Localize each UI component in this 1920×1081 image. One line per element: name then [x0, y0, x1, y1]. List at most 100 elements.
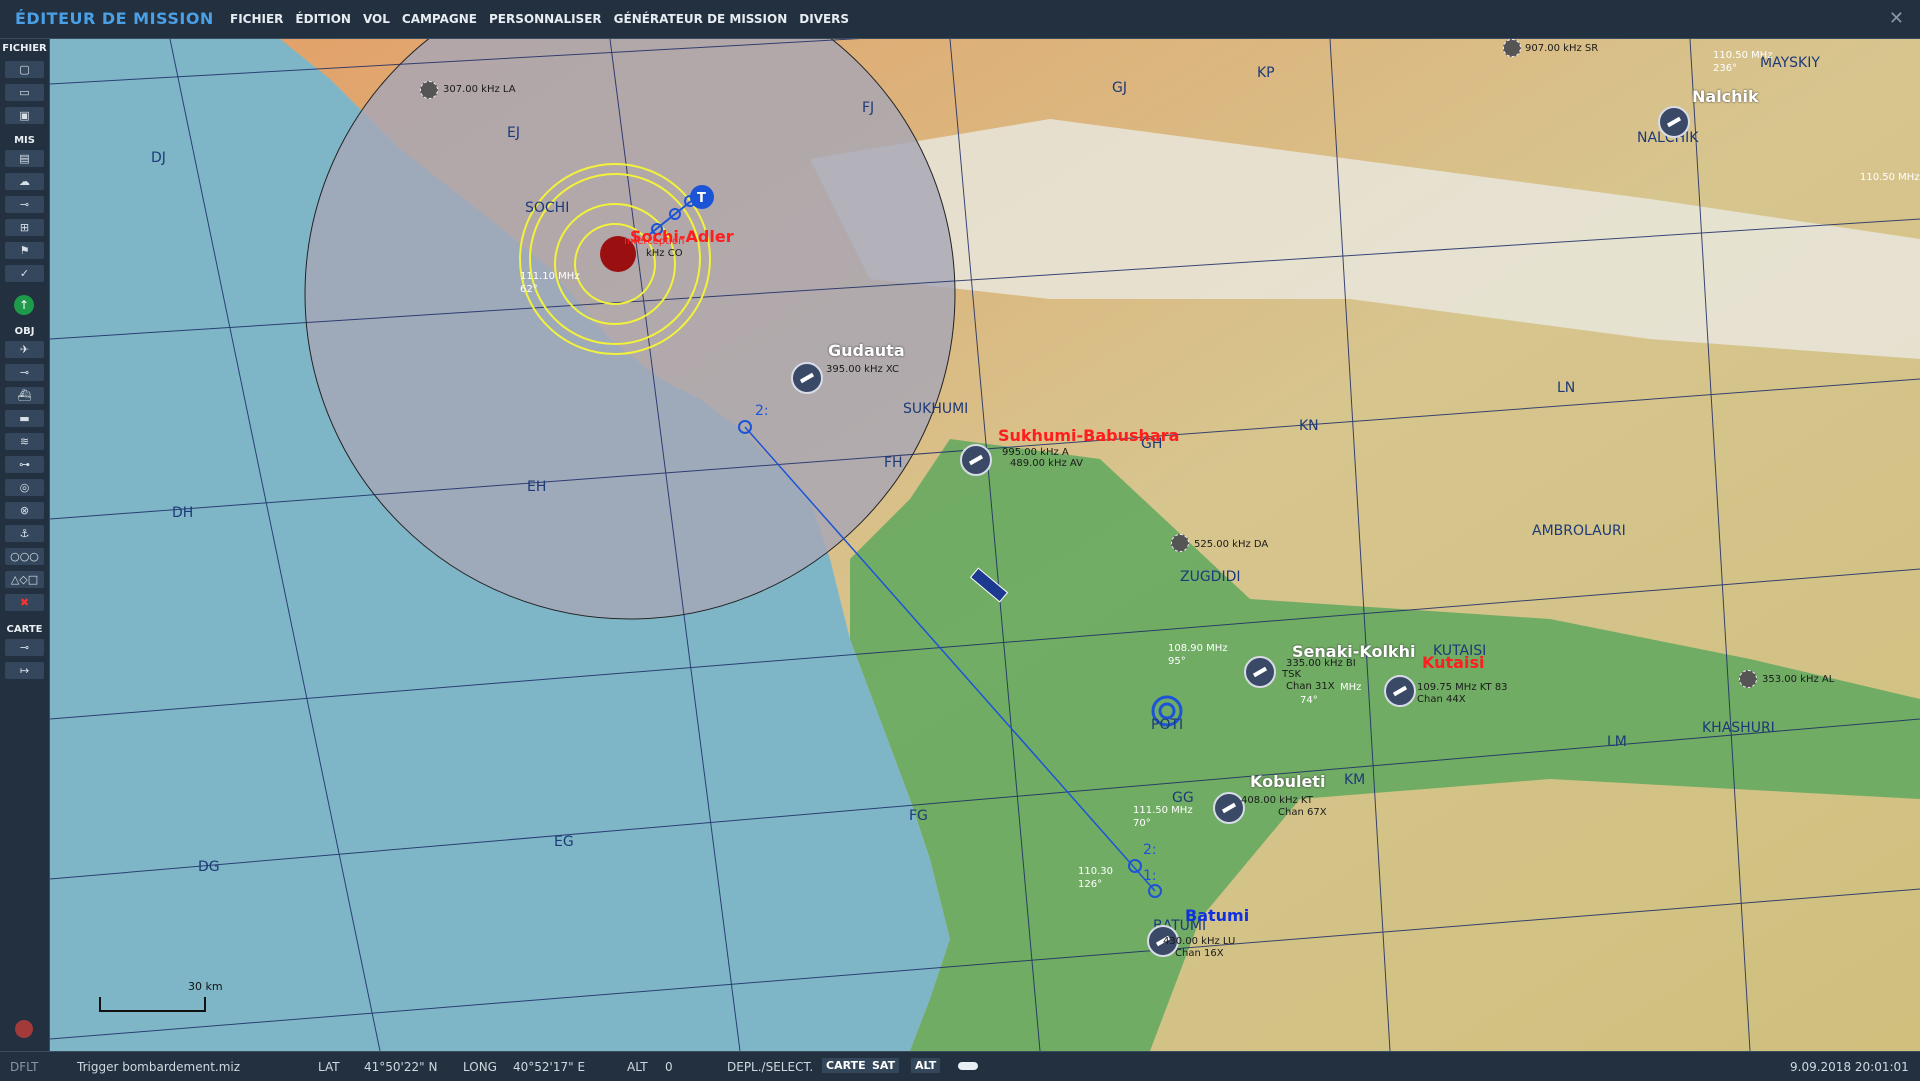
datetime: 9.09.2018 20:01:01 [1790, 1060, 1909, 1074]
freq-senaki-tsk: TSK [1282, 669, 1302, 680]
freq-kobuleti-kt: 408.00 kHz KT [1241, 795, 1313, 806]
waypoint-1-label: 1: [1143, 868, 1157, 884]
freq-sukhumi-2: 489.00 kHz AV [1010, 458, 1083, 469]
freq-kobuleti-mhz: 111.50 MHz [1133, 805, 1193, 816]
aircraft-icon[interactable]: ✈ [5, 341, 44, 358]
grid-eg: EG [554, 834, 574, 850]
grid-dg: DG [198, 859, 220, 875]
airfield-batumi[interactable]: Batumi [1185, 906, 1249, 925]
delete-icon[interactable]: ✖ [5, 594, 44, 611]
waypoint-icon[interactable]: ⊶ [5, 456, 44, 473]
static-icon[interactable]: ≋ [5, 433, 44, 450]
trigger-icon[interactable]: ⊞ [5, 219, 44, 236]
menu-vol[interactable]: VOL [363, 12, 390, 26]
tanker-unit-label: T [697, 191, 706, 206]
ndb-sr-icon [1503, 39, 1521, 57]
airdrome-icon[interactable]: ⚓ [5, 525, 44, 542]
grid-lm: LM [1607, 734, 1627, 750]
freq-kobuleti-deg: 70° [1133, 818, 1151, 829]
toggle-icon[interactable] [958, 1062, 978, 1070]
grid-ln: LN [1557, 380, 1576, 396]
lat-label: LAT [318, 1060, 340, 1074]
menu-generateur[interactable]: GÉNÉRATEUR DE MISSION [614, 12, 788, 26]
menu-edition[interactable]: ÉDITION [295, 12, 351, 26]
airfield-kutaisi[interactable]: Kutaisi [1422, 653, 1484, 672]
menu-divers[interactable]: DIVERS [799, 12, 849, 26]
freq-senaki-deg: 95° [1168, 656, 1186, 667]
zone-icon[interactable]: ⊗ [5, 502, 44, 519]
freq-da: 525.00 kHz DA [1194, 539, 1269, 550]
toolbar-section-mis: MIS [14, 135, 35, 146]
flag-icon[interactable]: ⚑ [5, 242, 44, 259]
open-folder-icon[interactable]: ▭ [5, 84, 44, 101]
freq-sukhumi-1: 995.00 kHz A [1002, 447, 1069, 458]
menu-personnaliser[interactable]: PERSONNALISER [489, 12, 602, 26]
waypoint-2b-label: 2: [1143, 842, 1157, 858]
ruler-icon[interactable]: ↦ [5, 662, 44, 679]
mission-map[interactable]: T DJ EJ FJ GJ KP DH EH FH GH KN LN DG EG… [50, 39, 1920, 1051]
save-icon[interactable]: ▣ [5, 107, 44, 124]
weather-icon[interactable]: ☁ [5, 173, 44, 190]
menu-campagne[interactable]: CAMPAGNE [402, 12, 477, 26]
toolbar-section-obj: OBJ [14, 326, 35, 337]
airfield-sukhumi-babushara[interactable]: Sukhumi-Babushara [998, 426, 1179, 445]
place-sochi: SOCHI [525, 200, 570, 216]
kutaisi-airfield-icon[interactable] [1384, 675, 1416, 707]
left-toolbar: FICHIER ▢ ▭ ▣ MIS ▤ ☁ ⊸ ⊞ ⚑ ✓ ↑ OBJ ✈ ⊸ … [0, 39, 50, 1051]
measure-icon[interactable]: ⊸ [5, 639, 44, 656]
airfield-gudauta[interactable]: Gudauta [828, 341, 905, 360]
helicopter-group-icon[interactable]: ⊸ [5, 364, 44, 381]
briefing-icon[interactable]: ▤ [5, 150, 44, 167]
menu-fichier[interactable]: FICHIER [230, 12, 283, 26]
grid-dh: DH [172, 505, 194, 521]
airfield-nalchik[interactable]: Nalchik [1692, 87, 1759, 106]
freq-senaki-chan: Chan 31X [1286, 681, 1335, 692]
freq-kutaisi-1: 109.75 MHz KT 83 [1417, 682, 1508, 693]
sukhumi-airfield-icon[interactable] [960, 444, 992, 476]
target-icon[interactable]: ◎ [5, 479, 44, 496]
profile-select[interactable]: DFLT [10, 1060, 39, 1074]
globe-icon[interactable]: ↑ [14, 295, 34, 315]
ship-icon[interactable]: ⛴ [5, 387, 44, 404]
close-button[interactable]: ✕ [1889, 8, 1904, 29]
freq-nalchik-deg: 236° [1713, 63, 1738, 74]
freq-kutaisi-mhz: MHz [1340, 682, 1362, 693]
alt-label: ALT [627, 1060, 648, 1074]
freq-la: 307.00 kHz LA [443, 84, 516, 95]
gudauta-airfield-icon[interactable] [791, 362, 823, 394]
freq-batumi-deg: 126° [1078, 879, 1103, 890]
main-menu: FICHIER ÉDITION VOL CAMPAGNE PERSONNALIS… [230, 12, 849, 26]
map-mode-carte-button[interactable]: CARTE [822, 1058, 870, 1073]
vehicle-icon[interactable]: ▬ [5, 410, 44, 427]
map-mode-alt-button[interactable]: ALT [911, 1058, 941, 1073]
toolbar-section-carte: CARTE [6, 624, 43, 635]
freq-batumi-chan: Chan 16X [1175, 948, 1224, 959]
scale-label: 30 km [188, 980, 223, 993]
status-bar: DFLT Trigger bombardement.miz LAT 41°50'… [0, 1051, 1920, 1081]
freq-nalchik-2: 110.50 MHz [1860, 172, 1920, 183]
map-mode-sat-button[interactable]: SAT [868, 1058, 900, 1073]
nalchik-airfield-icon[interactable] [1658, 106, 1690, 138]
toolbar-section-fichier: FICHIER [2, 43, 47, 54]
place-poti: POTI [1151, 717, 1184, 733]
freq-kutaisi-deg: 74° [1300, 695, 1318, 706]
new-file-icon[interactable]: ▢ [5, 61, 44, 78]
helicopter-icon[interactable]: ⊸ [5, 196, 44, 213]
title-bar: ÉDITEUR DE MISSION FICHIER ÉDITION VOL C… [0, 0, 1920, 39]
freq-gudauta: 395.00 kHz XC [826, 364, 900, 375]
shapes-icon[interactable]: △◇□ [5, 571, 44, 588]
freq-batumi-lu: 430.00 kHz LU [1163, 936, 1236, 947]
freq-kobuleti-chan: Chan 67X [1278, 807, 1327, 818]
freq-sochi: 111.10 MHz [520, 271, 580, 282]
lat-value: 41°50'22" N [364, 1060, 438, 1074]
ndb-al-icon [1739, 670, 1757, 688]
grid-fg: FG [909, 808, 928, 824]
formation-icon[interactable]: ○○○ [5, 548, 44, 565]
record-icon[interactable] [15, 1020, 33, 1038]
freq-sochi-deg: 62° [520, 284, 538, 295]
senaki-airfield-icon[interactable] [1244, 656, 1276, 688]
airfield-kobuleti[interactable]: Kobuleti [1250, 772, 1325, 791]
check-icon[interactable]: ✓ [5, 265, 44, 282]
place-khashuri: KHASHURI [1702, 720, 1775, 736]
grid-gj: GJ [1112, 80, 1127, 96]
